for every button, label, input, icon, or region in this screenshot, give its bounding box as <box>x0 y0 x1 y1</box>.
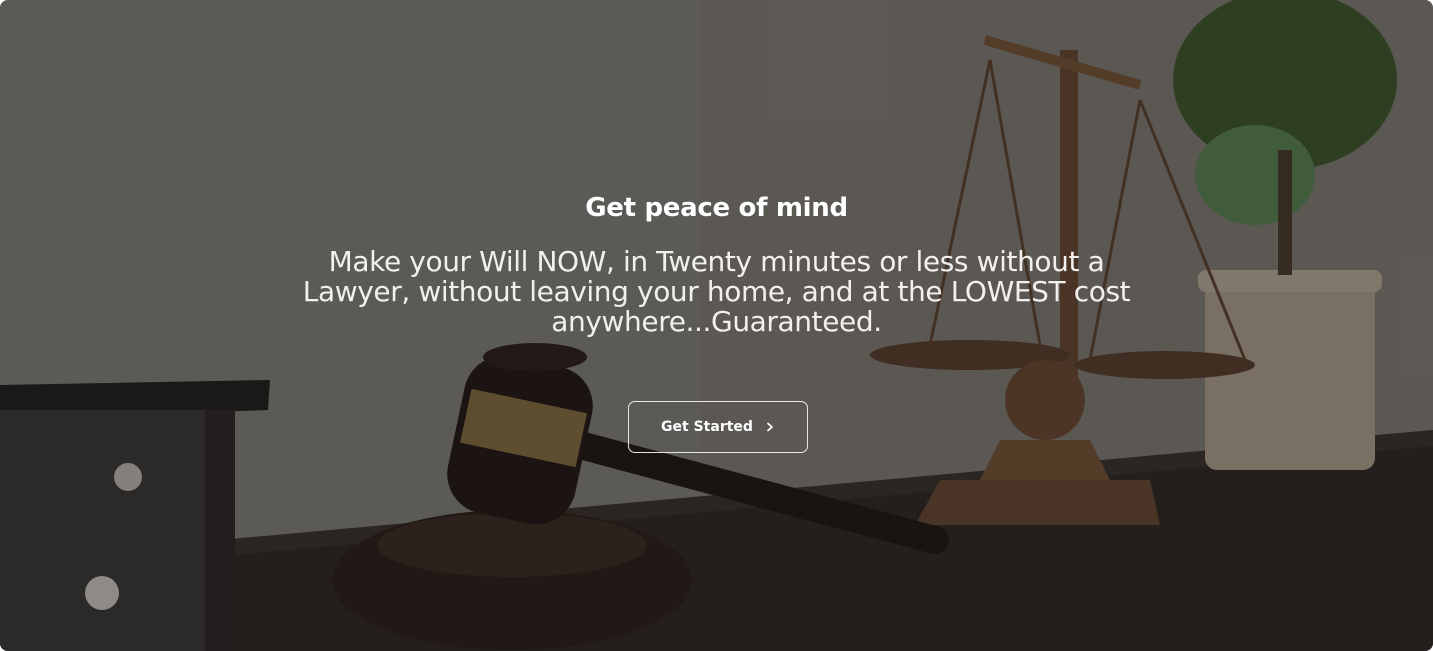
get-started-button[interactable]: Get Started <box>628 401 808 453</box>
get-started-label: Get Started <box>661 419 753 435</box>
chevron-right-icon <box>767 422 773 432</box>
hero-subheadline: Make your Will NOW, in Twenty minutes or… <box>302 245 1131 338</box>
hero-headline: Get peace of mind <box>585 193 848 223</box>
hero-section: Get peace of mind Make your Will NOW, in… <box>0 0 1433 651</box>
hero-content: Get peace of mind Make your Will NOW, in… <box>0 0 1433 651</box>
